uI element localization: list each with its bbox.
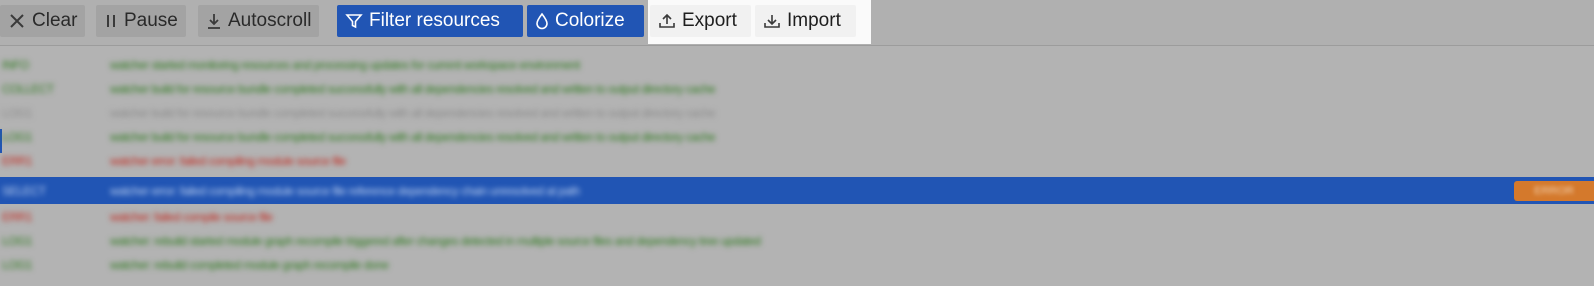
export-label: Export — [682, 10, 737, 31]
log-row[interactable]: ERR1 watcher error: failed compiling mod… — [0, 150, 1594, 172]
log-row[interactable]: COLLECT watcher build for resource bundl… — [0, 78, 1594, 100]
log-row-message: watcher build for resource bundle comple… — [110, 130, 716, 144]
console-toolbar: Clear Pause Autoscroll Filter resources … — [0, 0, 1594, 46]
log-row-message: watcher error: failed compiling module s… — [110, 183, 580, 198]
log-row-id: LOG1 — [2, 106, 33, 120]
log-row-id: LOG1 — [2, 258, 33, 272]
log-row[interactable]: ERR1 watcher: failed compile source file — [0, 206, 1594, 228]
log-row[interactable]: INFO watcher started monitoring resource… — [0, 54, 1594, 76]
log-row-id: ERR1 — [2, 154, 33, 168]
log-row-message: watcher build for resource bundle comple… — [110, 82, 716, 96]
filter-resources-label: Filter resources — [369, 10, 500, 31]
status-badge-label: ERROR — [1534, 185, 1574, 197]
close-icon — [8, 12, 26, 30]
log-row-message: watcher started monitoring resources and… — [110, 58, 580, 72]
log-row-message: watcher: rebuild started module graph re… — [110, 234, 761, 248]
log-row[interactable]: LOG1 watcher: rebuild completed module g… — [0, 254, 1594, 276]
log-row[interactable]: LOG1 watcher: rebuild started module gra… — [0, 230, 1594, 252]
autoscroll-button[interactable]: Autoscroll — [198, 5, 320, 37]
import-label: Import — [787, 10, 841, 31]
log-row-id: LOG1 — [2, 234, 33, 248]
clear-label: Clear — [32, 10, 78, 31]
log-row-message: watcher: rebuild completed module graph … — [110, 258, 389, 272]
clear-button[interactable]: Clear — [0, 5, 86, 37]
status-badge: ERROR — [1514, 181, 1594, 201]
colorize-label: Colorize — [555, 10, 625, 31]
log-list[interactable]: INFO watcher started monitoring resource… — [0, 54, 1594, 286]
export-button[interactable]: Export — [650, 5, 751, 37]
droplet-icon — [535, 12, 549, 30]
log-row-id: ERR1 — [2, 210, 33, 224]
log-row[interactable]: LOG1 watcher build for resource bundle c… — [0, 126, 1594, 148]
log-row[interactable]: LOG1 watcher build for resource bundle c… — [0, 102, 1594, 124]
upload-tray-icon — [658, 12, 676, 30]
log-row-message: watcher: failed compile source file — [110, 210, 273, 224]
log-row-id: COLLECT — [2, 82, 54, 96]
log-row-message: watcher build for resource bundle comple… — [110, 106, 716, 120]
log-row-id: SELECT — [2, 183, 46, 198]
pause-label: Pause — [124, 10, 178, 31]
autoscroll-label: Autoscroll — [228, 10, 312, 31]
filter-resources-button[interactable]: Filter resources — [337, 5, 523, 37]
download-tray-icon — [763, 12, 781, 30]
log-row-id: LOG1 — [2, 130, 33, 144]
log-row-selected[interactable]: SELECT watcher error: failed compiling m… — [0, 177, 1594, 204]
log-row-id: INFO — [2, 58, 29, 72]
pause-button[interactable]: Pause — [96, 5, 186, 37]
import-button[interactable]: Import — [755, 5, 856, 37]
funnel-icon — [345, 12, 363, 30]
colorize-button[interactable]: Colorize — [527, 5, 644, 37]
log-row-message: watcher error: failed compiling module s… — [110, 154, 346, 168]
arrow-down-to-line-icon — [206, 12, 222, 30]
pause-icon — [104, 13, 118, 29]
